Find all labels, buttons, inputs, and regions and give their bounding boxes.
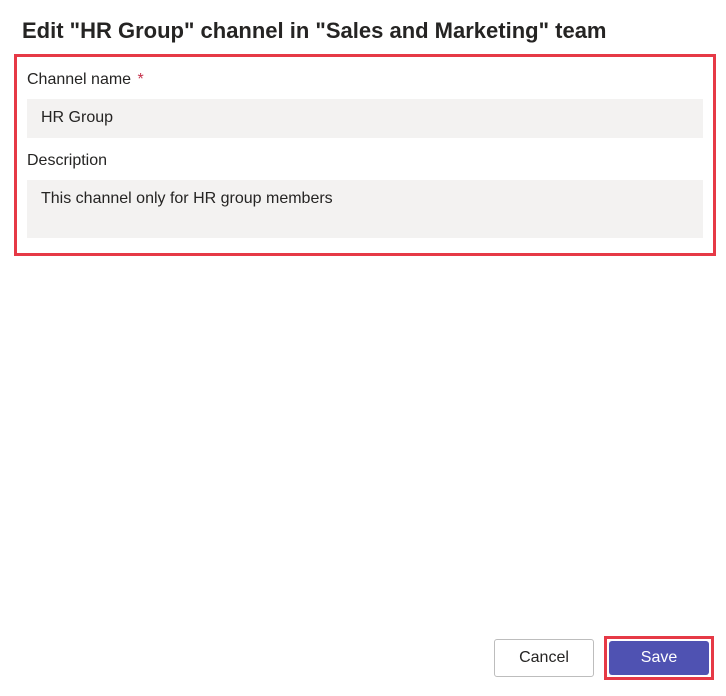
- save-button[interactable]: Save: [609, 641, 709, 675]
- channel-name-label: Channel name *: [27, 71, 703, 89]
- channel-name-input[interactable]: [27, 99, 703, 138]
- description-input[interactable]: [27, 180, 703, 238]
- cancel-button[interactable]: Cancel: [494, 639, 594, 677]
- dialog-actions: Cancel Save: [494, 636, 714, 680]
- description-label: Description: [27, 152, 703, 170]
- description-group: Description: [27, 152, 703, 243]
- save-button-highlight: Save: [604, 636, 714, 680]
- channel-name-label-text: Channel name: [27, 71, 131, 88]
- required-asterisk: *: [138, 71, 144, 88]
- channel-name-group: Channel name *: [27, 71, 703, 138]
- edit-channel-form: Channel name * Description: [14, 54, 716, 256]
- dialog-title: Edit "HR Group" channel in "Sales and Ma…: [0, 0, 726, 54]
